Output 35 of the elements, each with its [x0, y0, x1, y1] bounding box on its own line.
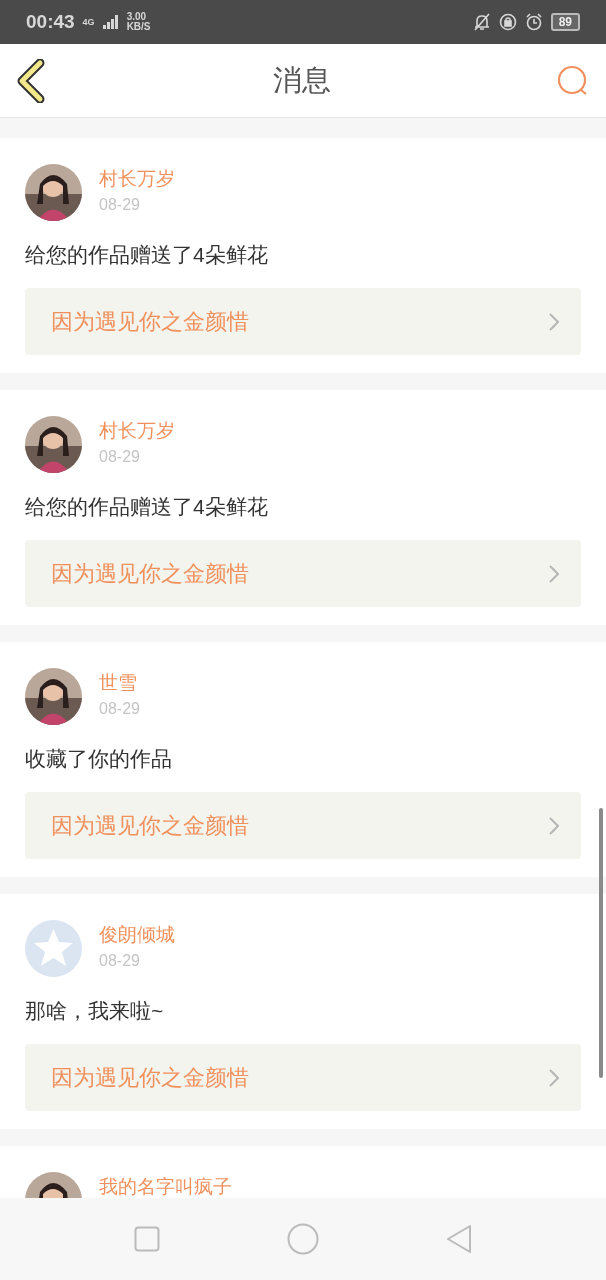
chevron-icon: [549, 312, 559, 331]
work-link[interactable]: 因为遇见你之金颜惜: [25, 288, 581, 355]
message-text: 给您的作品赠送了4朵鲜花: [25, 494, 269, 520]
user-name[interactable]: 村长万岁: [99, 420, 175, 441]
user-name[interactable]: 村长万岁: [99, 168, 175, 189]
user-name[interactable]: 世雪: [99, 672, 140, 693]
rotation-lock-icon: [498, 13, 517, 31]
signal-icon: [102, 15, 119, 29]
alarm-icon: [524, 13, 543, 31]
chevron-icon: [549, 564, 559, 583]
recent-apps-icon[interactable]: [133, 1226, 160, 1252]
work-link[interactable]: 因为遇见你之金颜惜: [25, 1044, 581, 1111]
message-date: 08-29: [99, 952, 141, 970]
work-link[interactable]: 因为遇见你之金颜惜: [25, 540, 581, 607]
user-name[interactable]: 我的名字叫疯子: [99, 1176, 232, 1197]
star-avatar-icon: [25, 920, 82, 977]
mute-bell-icon: [472, 13, 491, 31]
message-text: 那啥，我来啦~: [25, 998, 165, 1024]
speed-unit: KB/S: [126, 22, 151, 32]
battery-level: 89: [550, 13, 580, 31]
message-text: 收藏了你的作品: [25, 746, 173, 772]
message-text: 给您的作品赠送了4朵鲜花: [25, 242, 269, 268]
user-name[interactable]: 俊朗倾城: [99, 924, 175, 945]
clock-time: 00:43: [26, 11, 75, 33]
page-title: 消息: [273, 62, 331, 98]
network-type: 4G: [82, 17, 95, 27]
chevron-icon: [549, 816, 559, 835]
message-date: 08-29: [99, 700, 140, 718]
home-icon[interactable]: [287, 1223, 319, 1255]
speed-value: 3.00: [126, 12, 148, 22]
message-date: 08-29: [99, 196, 141, 214]
chevron-icon: [549, 1068, 559, 1087]
work-link[interactable]: 因为遇见你之金颜惜: [25, 792, 581, 859]
back-nav-icon[interactable]: [446, 1224, 473, 1254]
message-date: 08-29: [99, 448, 141, 466]
